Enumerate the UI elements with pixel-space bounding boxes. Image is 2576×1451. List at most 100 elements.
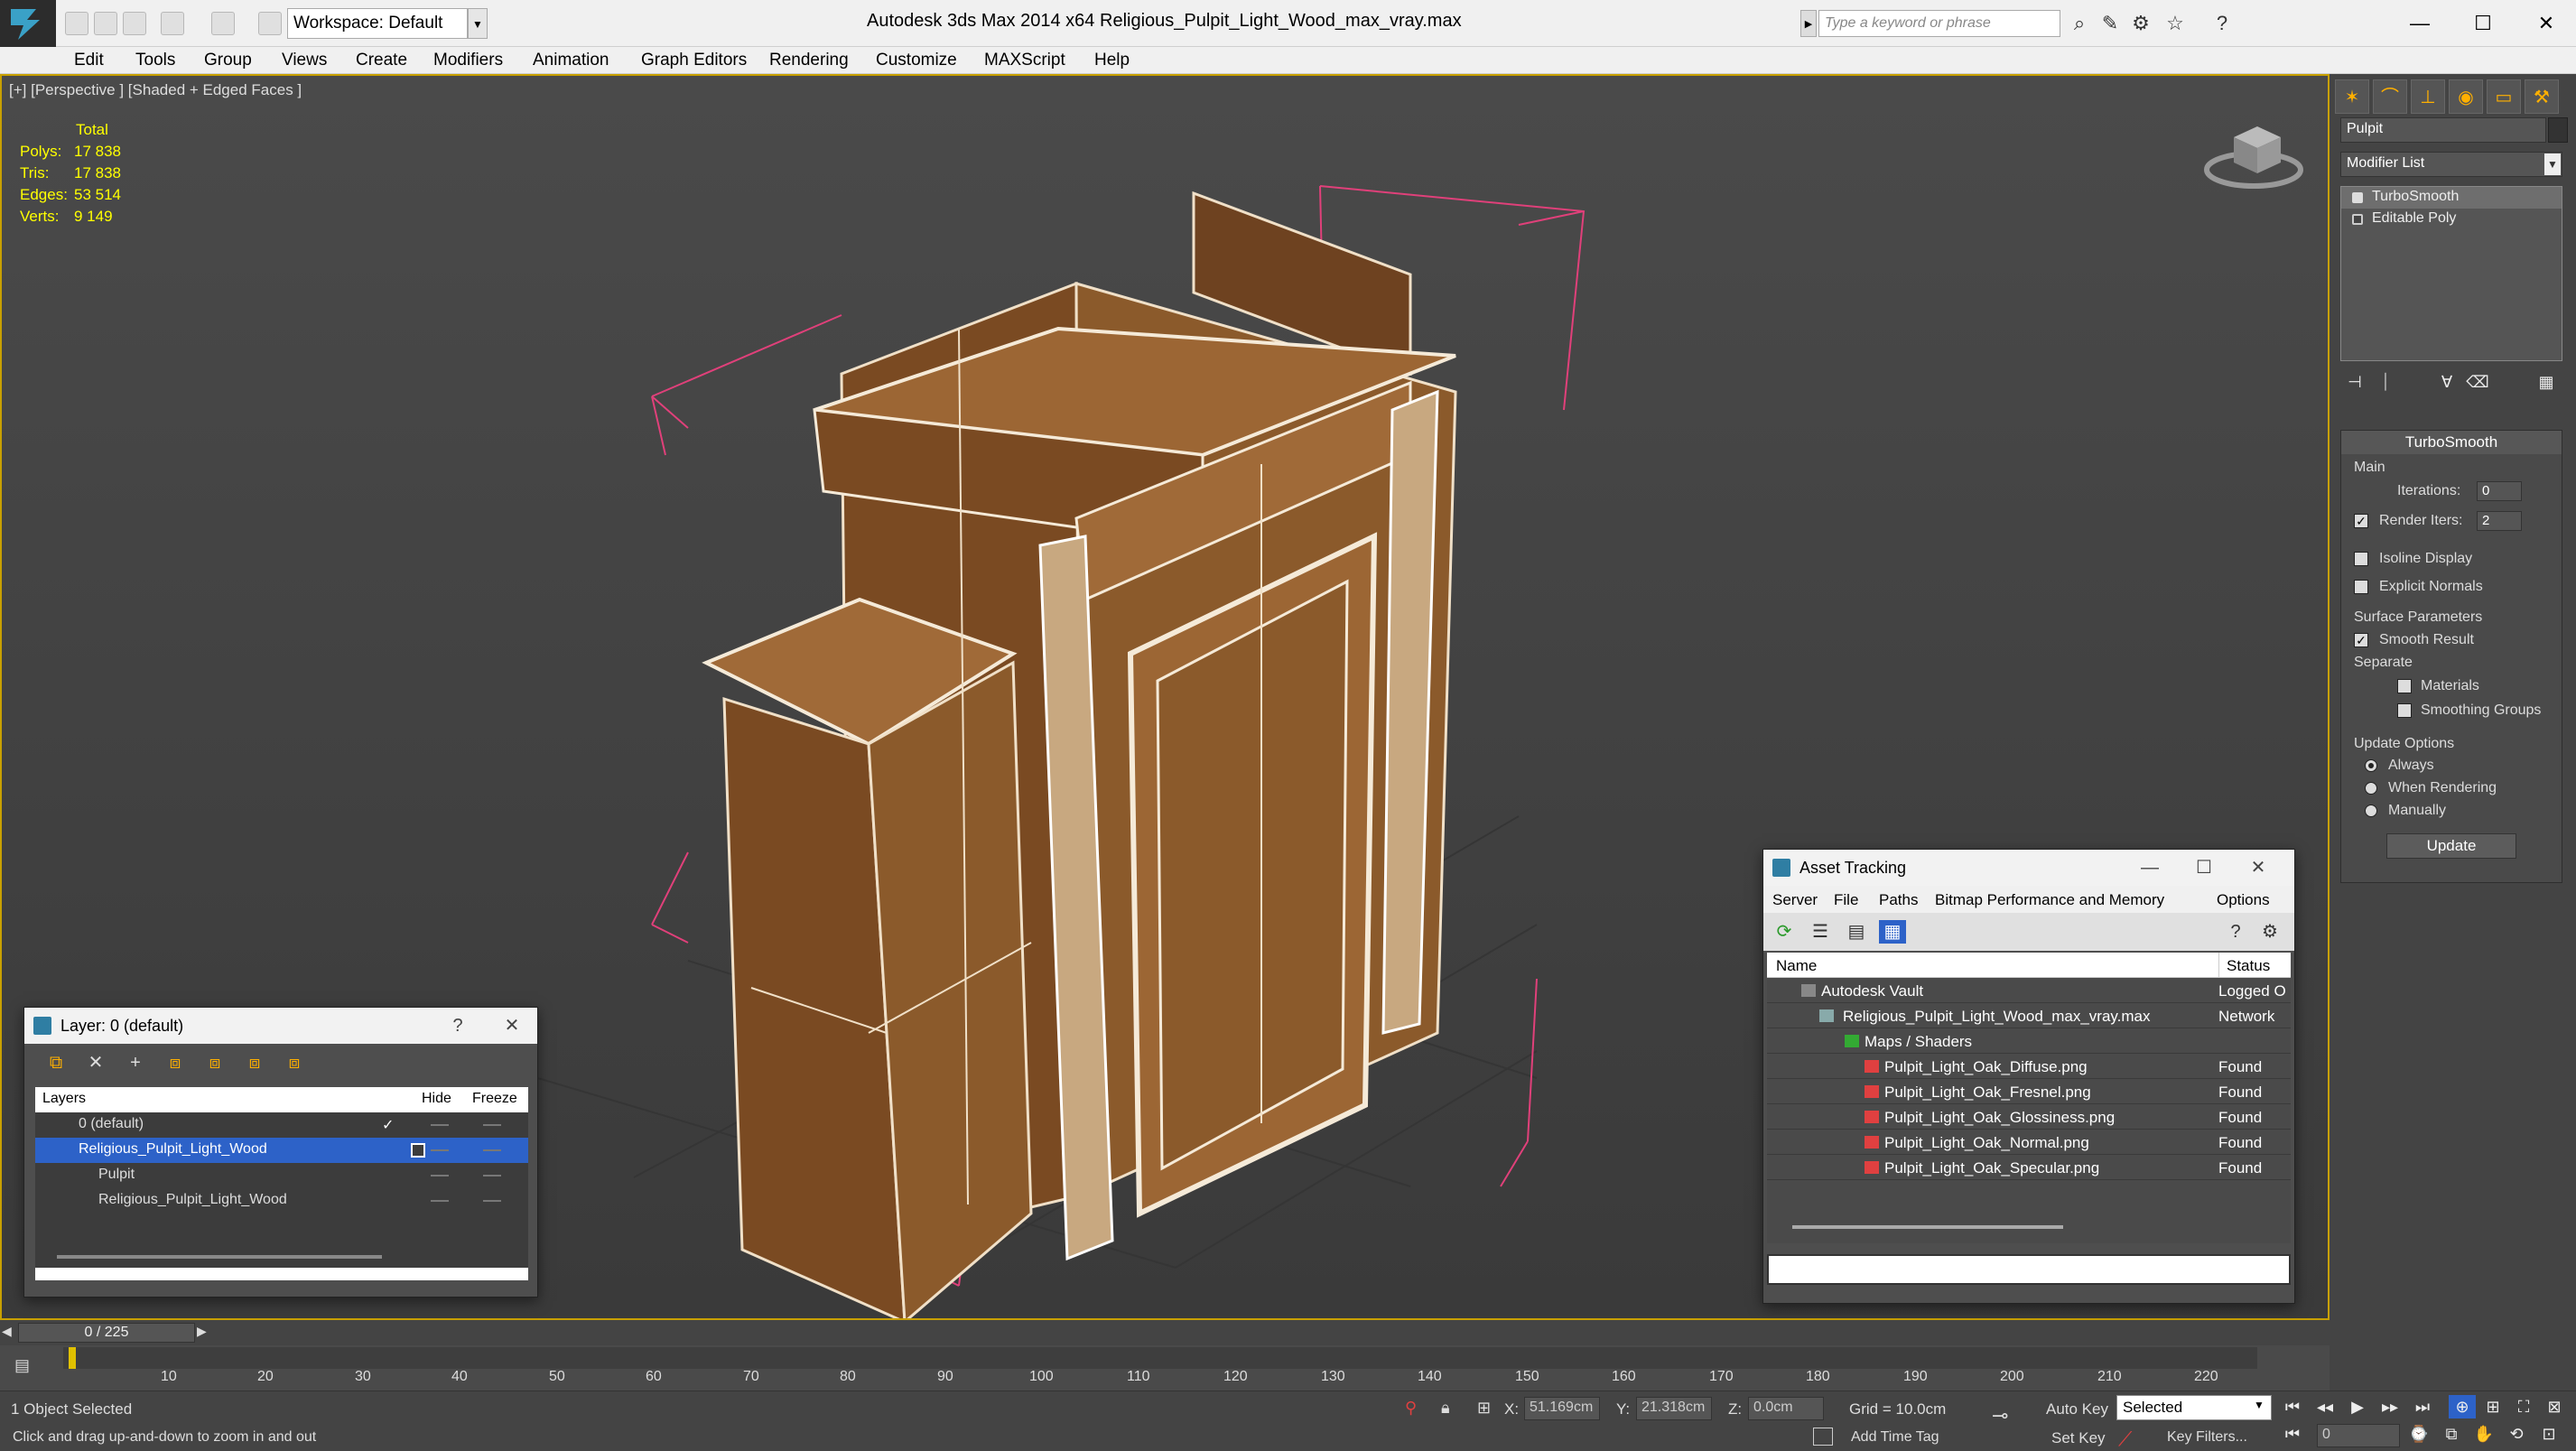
motion-tab-icon[interactable]: ◉ <box>2449 79 2483 114</box>
subscription-icon[interactable]: ⚙ <box>2129 12 2153 35</box>
rollout-title[interactable]: TurboSmooth <box>2341 431 2562 454</box>
stack-item-editable-poly[interactable]: Editable Poly <box>2341 209 2562 230</box>
table-row[interactable]: Pulpit_Light_Oak_Glossiness.png Found <box>1767 1104 2291 1130</box>
help-icon[interactable]: ? <box>2210 12 2234 35</box>
workspace-dropdown[interactable]: Workspace: Default <box>287 8 468 39</box>
maximize-viewport-icon[interactable]: ⊡ <box>2535 1422 2562 1446</box>
horizontal-scrollbar[interactable] <box>1792 1225 2063 1229</box>
menu-server[interactable]: Server <box>1772 891 1818 909</box>
binoculars-icon[interactable]: ⌕ <box>2068 12 2091 35</box>
maximize-icon[interactable]: ☐ <box>2450 5 2516 42</box>
isoline-checkbox[interactable] <box>2354 552 2368 566</box>
lock-selection-icon[interactable]: 🔒︎ <box>1441 1399 1450 1418</box>
menu-group[interactable]: Group <box>204 51 252 70</box>
maximize-icon[interactable]: ☐ <box>2188 853 2220 882</box>
update-button[interactable]: Update <box>2386 833 2516 859</box>
layer-row[interactable]: Religious_Pulpit_Light_Wood <box>35 1138 528 1163</box>
orbit-icon[interactable]: ⟲ <box>2503 1422 2530 1446</box>
delete-layer-icon[interactable]: ✕ <box>82 1051 109 1074</box>
settings-icon[interactable]: ⚙ <box>2256 920 2283 944</box>
menu-modifiers[interactable]: Modifiers <box>433 51 503 70</box>
layer-row[interactable]: Religious_Pulpit_Light_Wood <box>35 1188 528 1214</box>
absolute-mode-icon[interactable]: ⊞ <box>1477 1399 1491 1418</box>
table-row[interactable]: Religious_Pulpit_Light_Wood_max_vray.max… <box>1767 1003 2291 1028</box>
make-unique-icon[interactable]: ∀ <box>2432 368 2461 395</box>
name-column-header[interactable]: Name <box>1767 953 2218 978</box>
current-frame-field[interactable]: 0 <box>2317 1424 2400 1447</box>
modify-tab-icon[interactable]: ⌒ <box>2373 79 2407 114</box>
open-file-icon[interactable] <box>94 12 117 35</box>
bulb-icon[interactable] <box>2352 192 2363 203</box>
freeze-toggle[interactable] <box>483 1175 501 1177</box>
freeze-column-header[interactable]: Freeze <box>472 1087 517 1111</box>
key-icon[interactable]: ⊸ <box>1992 1404 2008 1428</box>
help-icon[interactable]: ? <box>2222 920 2249 944</box>
time-configuration-icon[interactable]: ⌚ <box>2405 1422 2432 1446</box>
hide-toggle[interactable] <box>431 1200 449 1202</box>
freeze-all-layers-icon[interactable]: ⧈ <box>281 1051 308 1074</box>
set-key-button[interactable]: Set Key <box>2051 1429 2106 1447</box>
layer-row[interactable]: Pulpit <box>35 1163 528 1188</box>
pan-view-icon[interactable]: ✋ <box>2470 1422 2497 1446</box>
menu-bitmap-performance[interactable]: Bitmap Performance and Memory <box>1935 891 2164 909</box>
auto-key-button[interactable]: Auto Key <box>2046 1400 2108 1418</box>
menu-animation[interactable]: Animation <box>533 51 609 70</box>
menu-file[interactable]: File <box>1834 891 1858 909</box>
minimize-icon[interactable]: — <box>2134 853 2166 882</box>
favorites-star-icon[interactable]: ☆ <box>2163 12 2187 35</box>
horizontal-scrollbar[interactable] <box>57 1255 382 1259</box>
render-iters-spinner[interactable]: 2 <box>2477 511 2522 531</box>
render-iters-checkbox[interactable]: ✓ <box>2354 514 2368 528</box>
track-bar[interactable]: ▤ 10 20 30 40 50 60 70 80 90 100 110 120… <box>0 1345 2330 1391</box>
z-coordinate-field[interactable]: 0.0cm <box>1748 1397 1824 1420</box>
smooth-result-checkbox[interactable]: ✓ <box>2354 633 2368 647</box>
go-to-end-icon[interactable]: ⏭ <box>2409 1395 2436 1418</box>
time-tag-icon[interactable] <box>1813 1428 1833 1446</box>
x-coordinate-field[interactable]: 51.169cm <box>1524 1397 1600 1420</box>
menu-tools[interactable]: Tools <box>135 51 175 70</box>
menu-graph-editors[interactable]: Graph Editors <box>641 51 747 70</box>
viewcube-icon[interactable] <box>2204 126 2303 189</box>
add-to-layer-icon[interactable]: + <box>122 1051 149 1074</box>
close-icon[interactable]: ✕ <box>2242 853 2274 882</box>
hide-column-header[interactable]: Hide <box>422 1087 451 1111</box>
search-expand-icon[interactable]: ▶ <box>1800 10 1817 37</box>
isolate-selection-icon[interactable]: ⚲ <box>1405 1399 1417 1418</box>
stack-item-turbosmooth[interactable]: TurboSmooth <box>2341 187 2562 209</box>
zoom-all-icon[interactable]: ⊞ <box>2479 1395 2506 1418</box>
zoom-extents-icon[interactable]: ⛶ <box>2510 1395 2537 1418</box>
remove-modifier-icon[interactable]: ⌫ <box>2463 368 2492 395</box>
table-row[interactable]: Maps / Shaders <box>1767 1028 2291 1054</box>
hierarchy-tab-icon[interactable]: ⊥ <box>2411 79 2445 114</box>
undo-icon[interactable] <box>161 12 184 35</box>
menu-views[interactable]: Views <box>282 51 327 70</box>
layer-row[interactable]: 0 (default) ✓ <box>35 1112 528 1138</box>
save-file-icon[interactable] <box>123 12 146 35</box>
expand-icon[interactable] <box>2352 214 2363 225</box>
app-logo-icon[interactable] <box>0 0 56 47</box>
redo-icon[interactable] <box>211 12 235 35</box>
key-selection-dropdown[interactable]: Selected <box>2116 1395 2272 1420</box>
menu-help[interactable]: Help <box>1094 51 1130 70</box>
menu-rendering[interactable]: Rendering <box>769 51 849 70</box>
chevron-left-icon[interactable]: ◀ <box>2 1324 12 1339</box>
table-row[interactable]: Pulpit_Light_Oak_Fresnel.png Found <box>1767 1079 2291 1104</box>
time-slider[interactable]: 0 / 225 <box>18 1323 195 1343</box>
go-to-start-icon[interactable]: ⏮ <box>2279 1395 2306 1418</box>
table-row[interactable]: Autodesk Vault Logged O <box>1767 978 2291 1003</box>
key-mode-icon[interactable]: ⏮ <box>2279 1422 2306 1446</box>
object-name-input[interactable]: Pulpit <box>2340 117 2546 143</box>
close-icon[interactable]: ✕ <box>2514 5 2576 42</box>
previous-frame-icon[interactable]: ◂◂ <box>2311 1395 2339 1418</box>
communication-center-icon[interactable]: ✎ <box>2098 12 2122 35</box>
next-frame-icon[interactable]: ▸▸ <box>2376 1395 2404 1418</box>
close-icon[interactable]: ✕ <box>496 1011 528 1040</box>
show-end-result-icon[interactable]: ⏐ <box>2371 368 2400 395</box>
create-tab-icon[interactable]: ✶ <box>2335 79 2369 114</box>
menu-customize[interactable]: Customize <box>876 51 957 70</box>
when-rendering-radio[interactable] <box>2365 782 2377 795</box>
hide-all-layers-icon[interactable]: ⧈ <box>241 1051 268 1074</box>
chevron-down-icon[interactable]: ▼ <box>2254 1399 2264 1411</box>
freeze-toggle[interactable] <box>483 1149 501 1151</box>
refresh-icon[interactable]: ⟳ <box>1771 920 1798 944</box>
